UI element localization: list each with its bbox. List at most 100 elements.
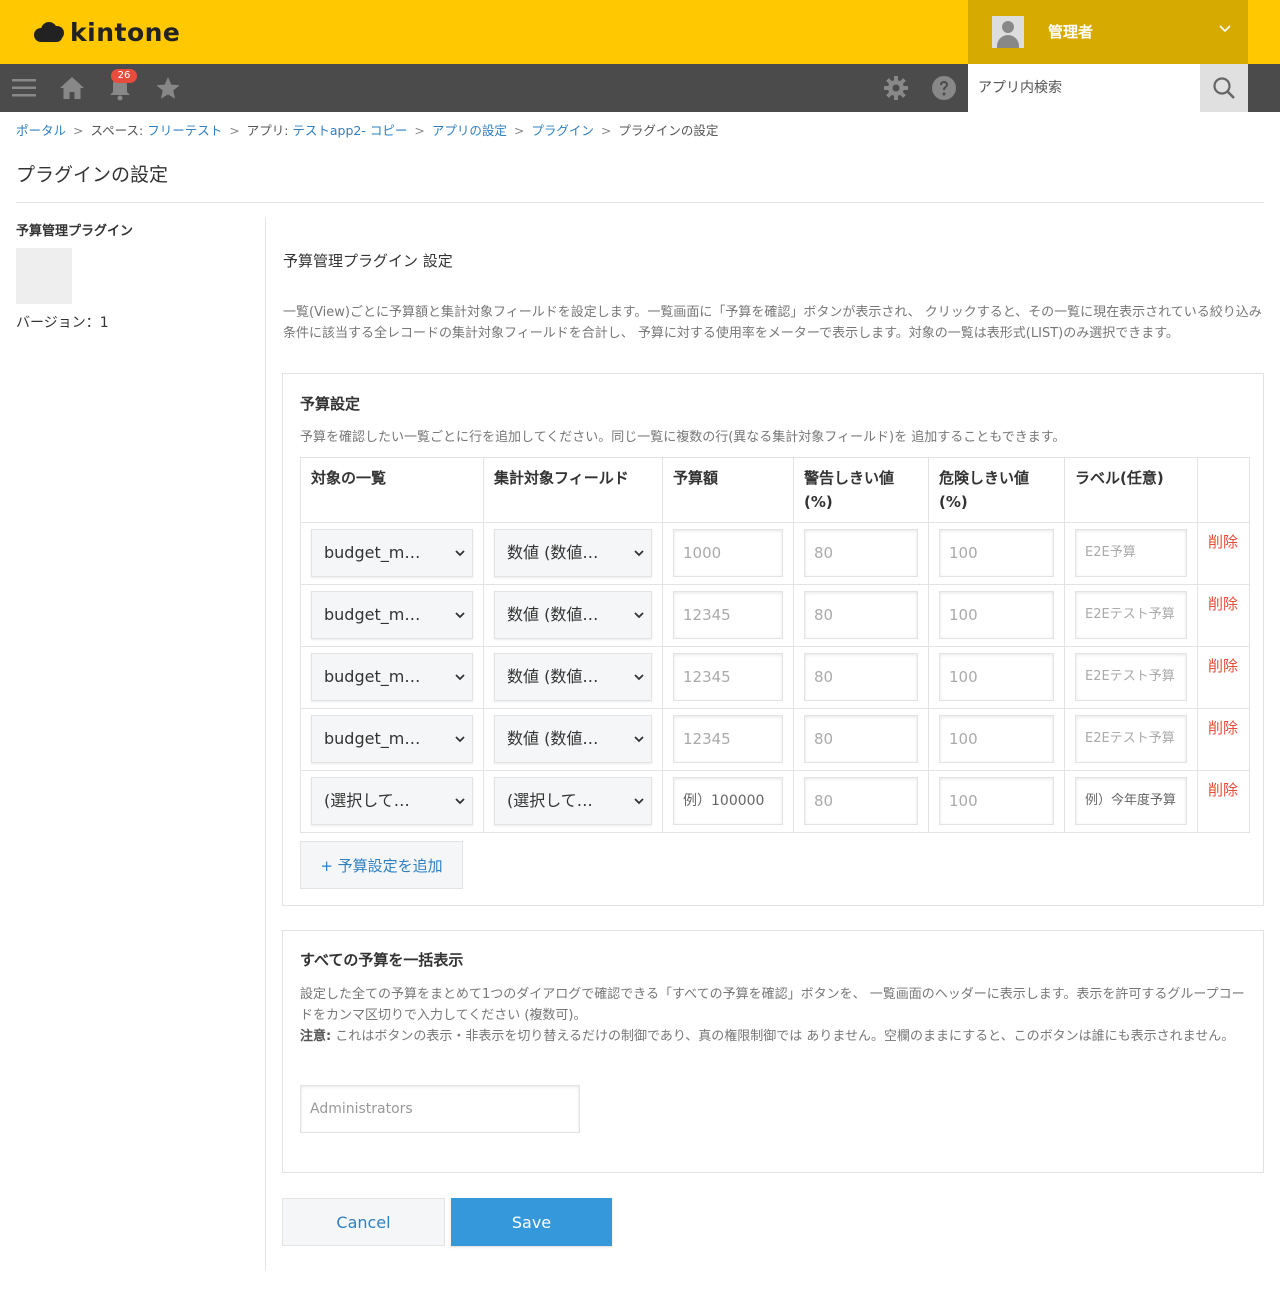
field-select[interactable]: (選択して…	[494, 777, 652, 825]
budget-amount-input[interactable]: 12345	[673, 715, 783, 763]
breadcrumb: ポータル > スペース: フリーテスト > アプリ: テストapp2- コピー > アプリの…	[16, 123, 719, 138]
plugin-icon	[16, 248, 72, 304]
breadcrumb-current: プラグインの設定	[618, 123, 719, 138]
budget-amount-input[interactable]: 12345	[673, 653, 783, 701]
table-row: (選択して… (選択して… 例）100000 80 100 例）今年度予算 削除	[300, 770, 1250, 833]
view-select[interactable]: budget_m…	[311, 715, 473, 763]
budget-settings-title: 予算設定	[300, 395, 361, 413]
breadcrumb-plugins[interactable]: プラグイン	[531, 123, 594, 138]
notification-badge: 26	[111, 69, 137, 83]
danger-threshold-input[interactable]: 100	[939, 715, 1054, 763]
delete-row-button[interactable]: 削除	[1208, 531, 1239, 552]
chevron-down-icon	[455, 550, 465, 557]
delete-row-button[interactable]: 削除	[1208, 779, 1239, 800]
divider	[265, 218, 266, 1270]
column-header-danger: 危険しきい値 (%)	[928, 457, 1065, 523]
settings-description: 一覧(View)ごとに予算額と集計対象フィールドを設定します。一覧画面に「予算を…	[283, 305, 1262, 341]
search-button[interactable]	[1200, 64, 1248, 112]
warning-threshold-input[interactable]: 80	[804, 777, 918, 825]
column-header-actions	[1197, 457, 1250, 523]
column-header-field: 集計対象フィールド	[483, 457, 663, 523]
plugin-name: 予算管理プラグイン	[16, 224, 134, 239]
field-select[interactable]: 数値 (数値…	[494, 529, 652, 577]
chevron-down-icon	[634, 612, 644, 619]
budget-settings-description: 予算を確認したい一覧ごとに行を追加してください。同じ一覧に複数の行(異なる集計対…	[300, 430, 1066, 445]
table-header-row: 対象の一覧 集計対象フィールド 予算額 警告しきい値 (%) 危険しきい値 (%) …	[300, 457, 1250, 523]
warning-threshold-input[interactable]: 80	[804, 653, 918, 701]
column-header-warning: 警告しきい値 (%)	[793, 457, 929, 523]
column-header-label: ラベル(任意)	[1064, 457, 1198, 523]
table-row: budget_m… 数値 (数値… 12345 80 100 E2Eテスト予算 …	[300, 584, 1250, 647]
help-icon[interactable]	[920, 64, 968, 112]
danger-threshold-input[interactable]: 100	[939, 653, 1054, 701]
all-budgets-description: 設定した全ての予算をまとめて1つのダイアログで確認できる「すべての予算を確認」ボ…	[300, 987, 1245, 1044]
chevron-down-icon	[634, 798, 644, 805]
budget-amount-input[interactable]: 例）100000	[673, 777, 783, 825]
page-title: プラグインの設定	[16, 164, 169, 186]
breadcrumb-space[interactable]: フリーテスト	[147, 123, 222, 138]
label-input[interactable]: E2Eテスト予算	[1075, 591, 1187, 639]
table-row: budget_m… 数値 (数値… 12345 80 100 E2Eテスト予算 …	[300, 708, 1250, 771]
budget-amount-input[interactable]: 1000	[673, 529, 783, 577]
settings-gear-icon[interactable]	[872, 64, 920, 112]
top-header: kintone 管理者	[0, 0, 1280, 64]
field-select[interactable]: 数値 (数値…	[494, 591, 652, 639]
breadcrumb-portal[interactable]: ポータル	[16, 123, 66, 138]
danger-threshold-input[interactable]: 100	[939, 529, 1054, 577]
chevron-down-icon	[455, 612, 465, 619]
column-header-amount: 予算額	[662, 457, 794, 523]
view-select[interactable]: (選択して…	[311, 777, 473, 825]
cloud-icon	[34, 20, 66, 44]
warning-threshold-input[interactable]: 80	[804, 591, 918, 639]
label-input[interactable]: 例）今年度予算	[1075, 777, 1187, 825]
user-avatar-icon	[992, 16, 1024, 48]
divider	[16, 202, 1264, 203]
settings-title: 予算管理プラグイン 設定	[283, 252, 453, 270]
chevron-down-icon	[634, 736, 644, 743]
label-input[interactable]: E2E予算	[1075, 529, 1187, 577]
budget-amount-input[interactable]: 12345	[673, 591, 783, 639]
home-icon[interactable]	[48, 64, 96, 112]
chevron-down-icon	[455, 674, 465, 681]
all-budgets-title: すべての予算を一括表示	[300, 951, 464, 969]
logo-text: kintone	[70, 17, 181, 47]
delete-row-button[interactable]: 削除	[1208, 655, 1239, 676]
menu-icon[interactable]	[0, 64, 48, 112]
warning-threshold-input[interactable]: 80	[804, 715, 918, 763]
search-icon	[1213, 77, 1235, 99]
chevron-down-icon	[1219, 25, 1231, 33]
kintone-logo[interactable]: kintone	[34, 14, 180, 50]
chevron-down-icon	[455, 736, 465, 743]
table-row: budget_m… 数値 (数値… 12345 80 100 E2Eテスト予算 …	[300, 646, 1250, 709]
add-budget-setting-button[interactable]: + 予算設定を追加	[300, 841, 463, 889]
field-select[interactable]: 数値 (数値…	[494, 653, 652, 701]
cancel-button[interactable]: Cancel	[282, 1198, 445, 1246]
danger-threshold-input[interactable]: 100	[939, 591, 1054, 639]
danger-threshold-input[interactable]: 100	[939, 777, 1054, 825]
field-select[interactable]: 数値 (数値…	[494, 715, 652, 763]
view-select[interactable]: budget_m…	[311, 591, 473, 639]
warning-threshold-input[interactable]: 80	[804, 529, 918, 577]
user-name: 管理者	[1048, 23, 1094, 41]
budget-settings-panel: 予算設定 予算を確認したい一覧ごとに行を追加してください。同じ一覧に複数の行(異…	[282, 373, 1264, 906]
delete-row-button[interactable]: 削除	[1208, 717, 1239, 738]
breadcrumb-app[interactable]: テストapp2- コピー	[292, 123, 407, 138]
all-budgets-panel: すべての予算を一括表示 設定した全ての予算をまとめて1つのダイアログで確認できる…	[282, 930, 1264, 1173]
budget-table: 対象の一覧 集計対象フィールド 予算額 警告しきい値 (%) 危険しきい値 (%) …	[300, 457, 1250, 833]
chevron-down-icon	[634, 674, 644, 681]
user-menu[interactable]: 管理者	[968, 0, 1248, 64]
table-row: budget_m… 数値 (数値… 1000 80 100 E2E予算 削除	[300, 522, 1250, 585]
favorites-star-icon[interactable]	[144, 64, 192, 112]
label-input[interactable]: E2Eテスト予算	[1075, 715, 1187, 763]
view-select[interactable]: budget_m…	[311, 529, 473, 577]
group-code-input[interactable]: Administrators	[300, 1085, 580, 1133]
label-input[interactable]: E2Eテスト予算	[1075, 653, 1187, 701]
save-button[interactable]: Save	[451, 1198, 612, 1246]
delete-row-button[interactable]: 削除	[1208, 593, 1239, 614]
column-header-view: 対象の一覧	[300, 457, 484, 523]
plugin-version: バージョン：1	[16, 315, 109, 331]
breadcrumb-app-settings[interactable]: アプリの設定	[432, 123, 507, 138]
chevron-down-icon	[634, 550, 644, 557]
app-search-input[interactable]	[968, 64, 1200, 112]
view-select[interactable]: budget_m…	[311, 653, 473, 701]
